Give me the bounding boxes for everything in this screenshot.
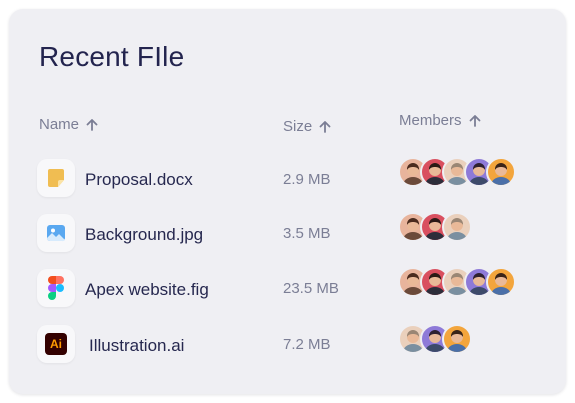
file-size: 3.5 MB [283, 225, 331, 242]
image-icon [37, 214, 75, 252]
recent-files-card: Recent FIle Name Size Members Proposal.d… [9, 9, 566, 394]
column-header-name[interactable]: Name [39, 116, 98, 133]
member-avatars[interactable] [398, 212, 472, 242]
document-note-icon [37, 159, 75, 197]
file-name[interactable]: Illustration.ai [89, 336, 184, 356]
sort-arrow-up-icon [319, 120, 331, 133]
avatar-orange[interactable] [442, 324, 472, 354]
sort-arrow-up-icon [86, 118, 98, 131]
file-name[interactable]: Background.jpg [85, 225, 203, 245]
file-name[interactable]: Proposal.docx [85, 170, 193, 190]
avatar-orange[interactable] [486, 267, 516, 297]
member-avatars[interactable] [398, 267, 516, 297]
avatar-beige[interactable] [442, 212, 472, 242]
sort-arrow-up-icon [469, 114, 481, 127]
figma-icon [37, 269, 75, 307]
illustrator-icon-text: Ai [50, 337, 62, 351]
column-header-size[interactable]: Size [283, 118, 331, 135]
column-header-size-label: Size [283, 118, 313, 135]
file-size: 7.2 MB [283, 336, 331, 353]
illustrator-icon: Ai [37, 325, 75, 363]
avatar-orange[interactable] [486, 157, 516, 187]
card-title: Recent FIle [39, 41, 185, 72]
column-header-members-label: Members [399, 112, 462, 129]
column-header-members[interactable]: Members [399, 112, 481, 129]
member-avatars[interactable] [398, 157, 516, 187]
column-header-name-label: Name [39, 116, 80, 133]
file-name[interactable]: Apex website.fig [85, 280, 209, 300]
file-size: 2.9 MB [283, 171, 331, 188]
file-size: 23.5 MB [283, 280, 339, 297]
member-avatars[interactable] [398, 324, 472, 354]
